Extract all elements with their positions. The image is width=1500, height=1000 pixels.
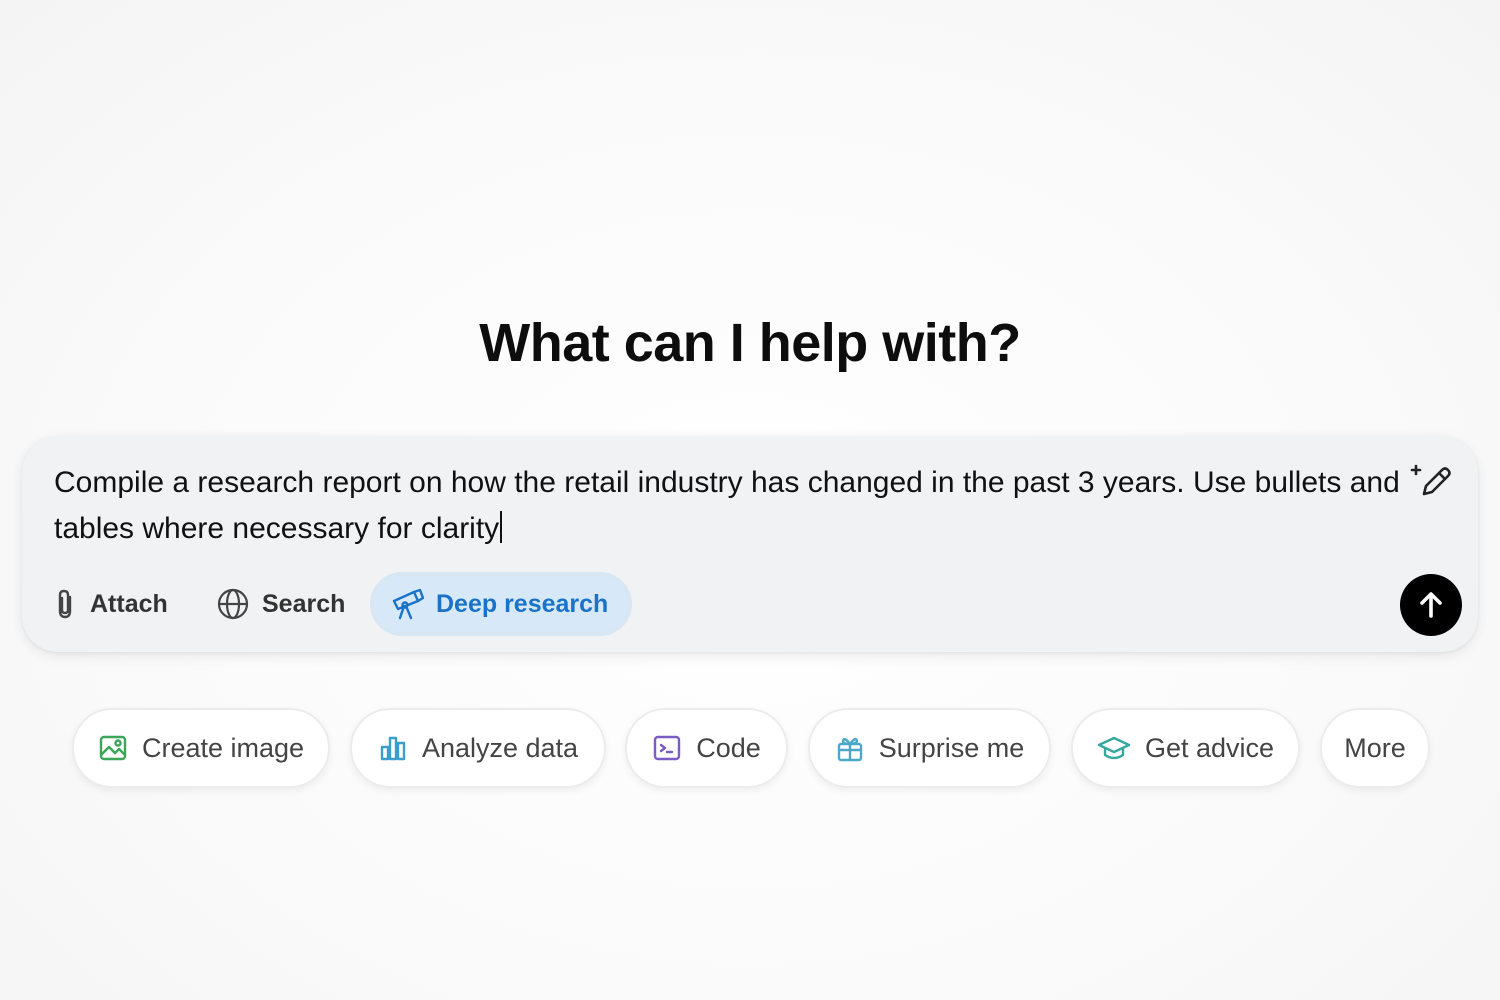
search-label: Search — [262, 589, 346, 618]
search-button[interactable]: Search — [202, 576, 359, 632]
get-advice-chip[interactable]: Get advice — [1071, 708, 1300, 788]
chip-label: Create image — [141, 732, 305, 763]
attach-button[interactable]: Attach — [38, 576, 182, 632]
text-caret — [500, 511, 503, 543]
prompt-composer: Compile a research report on how the ret… — [22, 436, 1478, 652]
chip-label: More — [1344, 732, 1406, 763]
chip-label: Surprise me — [878, 732, 1025, 763]
prompt-input[interactable]: Compile a research report on how the ret… — [54, 460, 1404, 552]
prompt-text: Compile a research report on how the ret… — [54, 466, 1400, 545]
create-image-chip[interactable]: Create image — [72, 708, 330, 788]
magic-pencil-icon[interactable] — [1410, 458, 1456, 504]
bar-chart-icon — [380, 736, 406, 761]
page: What can I help with? Compile a research… — [0, 0, 1500, 1000]
deep-research-button[interactable]: Deep research — [374, 576, 629, 632]
telescope-icon — [392, 588, 424, 620]
chip-label: Analyze data — [421, 732, 579, 763]
more-chip[interactable]: More — [1320, 708, 1430, 788]
globe-icon — [217, 588, 249, 620]
send-button[interactable] — [1400, 574, 1462, 636]
code-chip[interactable]: Code — [625, 708, 788, 788]
graduation-cap-icon — [1097, 736, 1131, 760]
chip-label: Code — [696, 732, 761, 763]
gift-icon — [837, 737, 862, 762]
deep-research-label: Deep research — [436, 589, 609, 618]
page-title: What can I help with? — [479, 313, 1021, 373]
attach-label: Attach — [90, 589, 168, 618]
image-icon — [99, 735, 127, 761]
surprise-me-chip[interactable]: Surprise me — [808, 708, 1051, 788]
terminal-icon — [654, 735, 681, 761]
arrow-up-icon — [1420, 592, 1442, 618]
analyze-data-chip[interactable]: Analyze data — [350, 708, 606, 788]
chip-label: Get advice — [1144, 732, 1275, 763]
paperclip-icon — [58, 589, 72, 619]
suggestion-chips: Create image Analyze data Code Surprise … — [0, 708, 1500, 788]
